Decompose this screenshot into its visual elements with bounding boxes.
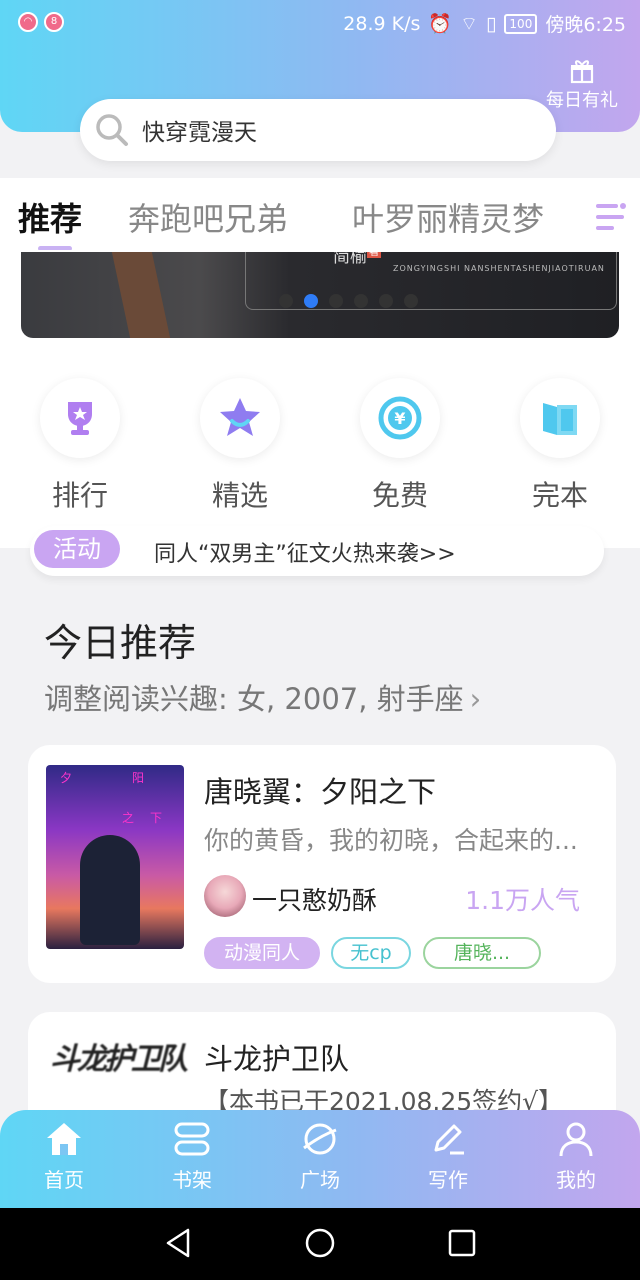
book-author: 一只憨奶酥 (252, 886, 378, 915)
daily-gift-button[interactable]: 每日有礼 (540, 58, 624, 112)
search-icon (96, 114, 128, 146)
quick-link-free[interactable]: ¥ 免费 (345, 378, 455, 514)
nav-label: 首页 (44, 1168, 84, 1192)
book-cover: 夕 阳 之 下 (46, 765, 184, 949)
nav-label: 广场 (300, 1168, 340, 1192)
nav-label: 我的 (556, 1168, 596, 1192)
quick-link-label: 精选 (211, 479, 268, 512)
home-button-icon[interactable] (303, 1226, 337, 1260)
today-title: 今日推荐 (44, 621, 197, 665)
trophy-icon (40, 378, 120, 458)
notification-app-icon: 8 (44, 12, 64, 32)
banner-author: 简榆著 (333, 252, 381, 267)
chevron-right-icon: › (469, 682, 482, 716)
tag-anime-fanfic[interactable]: 动漫同人 (204, 937, 320, 969)
tab-recommend[interactable]: 推荐 (18, 194, 82, 240)
quick-link-featured[interactable]: 精选 (185, 378, 295, 514)
book-popularity: 1.1万人气 (465, 886, 580, 915)
user-icon (559, 1122, 593, 1157)
nav-label: 写作 (428, 1168, 468, 1192)
reading-interest-text: 调整阅读兴趣: 女, 2007, 射手座 (44, 682, 464, 716)
carousel-dot[interactable] (279, 294, 293, 308)
book-description: 你的黄昏，我的初晓，合起来的... (204, 826, 578, 855)
tag-tang-xiao[interactable]: 唐晓... (423, 937, 541, 969)
back-icon[interactable] (162, 1226, 196, 1260)
book-title: 唐晓翼：夕阳之下 (204, 775, 437, 809)
carousel-dot[interactable] (329, 294, 343, 308)
status-bar: ◠ 8 28.9 K/s ⏰ ⌔ ▯ 100 傍晚6:25 (0, 0, 640, 44)
book-cover: 斗龙护卫队 (50, 1042, 188, 1077)
home-icon (47, 1123, 81, 1155)
status-indicators: 28.9 K/s ⏰ ⌔ ▯ 100 傍晚6:25 (343, 10, 626, 37)
net-speed: 28.9 K/s (343, 12, 421, 35)
pen-icon (434, 1124, 464, 1155)
status-time: 傍晚6:25 (545, 14, 626, 36)
search-input[interactable]: 快穿霓漫天 (142, 113, 257, 147)
gift-label: 每日有礼 (546, 90, 618, 111)
nav-square[interactable]: 广场 (256, 1120, 384, 1193)
status-notifications: ◠ 8 (18, 12, 64, 32)
bookshelf-icon (174, 1122, 210, 1156)
quick-link-ranking[interactable]: 排行 (25, 378, 135, 514)
today-section: 今日推荐 调整阅读兴趣: 女, 2007, 射手座 › (0, 582, 640, 718)
nav-label: 书架 (172, 1168, 212, 1192)
tab-yeluoli[interactable]: 叶罗丽精灵梦 (352, 194, 544, 240)
carousel-dot[interactable] (354, 294, 368, 308)
star-icon (200, 378, 280, 458)
search-bar[interactable]: 快穿霓漫天 (80, 99, 556, 161)
battery-icon: 100 (504, 13, 538, 34)
quick-link-label: 排行 (51, 479, 108, 512)
nav-write[interactable]: 写作 (384, 1120, 512, 1193)
gift-icon (570, 60, 594, 84)
reading-interest-link[interactable]: 调整阅读兴趣: 女, 2007, 射手座 › (44, 676, 481, 718)
app-screen: ◠ 8 28.9 K/s ⏰ ⌔ ▯ 100 傍晚6:25 每日有礼 推荐 奔跑… (0, 0, 640, 1280)
svg-text:¥: ¥ (394, 409, 405, 428)
quick-links: 排行 精选 ¥ 免费 完本 (0, 378, 640, 518)
tab-running-man[interactable]: 奔跑吧兄弟 (128, 194, 288, 240)
quick-link-complete[interactable]: 完本 (505, 378, 615, 514)
notification-app-icon: ◠ (18, 12, 38, 32)
nav-bookshelf[interactable]: 书架 (128, 1120, 256, 1193)
yen-icon: ¥ (360, 378, 440, 458)
system-navigation-bar (0, 1208, 640, 1280)
category-menu-icon[interactable] (594, 200, 628, 234)
tag-no-cp[interactable]: 无cp (331, 937, 411, 969)
activity-banner[interactable]: 活动 同人“双男主”征文火热来袭>> (30, 526, 604, 576)
nav-home[interactable]: 首页 (0, 1120, 128, 1193)
bottom-nav: 首页 书架 广场 写作 我的 (0, 1110, 640, 1208)
recents-icon[interactable] (445, 1226, 479, 1260)
activity-badge: 活动 (34, 530, 120, 568)
activity-text: 同人“双男主”征文火热来袭>> (154, 542, 456, 567)
alarm-icon: ⏰ (428, 13, 453, 35)
carousel-dot[interactable] (304, 294, 318, 308)
banner-art (111, 252, 171, 338)
carousel-dot[interactable] (379, 294, 393, 308)
planet-icon (303, 1123, 337, 1155)
book-card[interactable]: 夕 阳 之 下 唐晓翼：夕阳之下 你的黄昏，我的初晓，合起来的... 一只憨奶酥… (28, 745, 616, 983)
banner-subtitle: ZONGYINGSHI NANSHENTASHENJIAOTIRUAN (393, 264, 605, 273)
book-title: 斗龙护卫队 (204, 1042, 350, 1076)
carousel-dot[interactable] (404, 294, 418, 308)
avatar (204, 875, 246, 917)
quick-link-label: 免费 (371, 479, 428, 512)
wifi-icon: ⌔ (460, 12, 478, 35)
sim-icon: ▯ (485, 12, 497, 35)
quick-link-label: 完本 (531, 479, 588, 512)
book-icon (520, 378, 600, 458)
category-tabs: 推荐 奔跑吧兄弟 叶罗丽精灵梦 (0, 178, 640, 256)
banner-carousel[interactable]: 简榆著 ZONGYINGSHI NANSHENTASHENJIAOTIRUAN (21, 252, 619, 338)
carousel-dots (279, 294, 418, 308)
nav-profile[interactable]: 我的 (512, 1120, 640, 1193)
